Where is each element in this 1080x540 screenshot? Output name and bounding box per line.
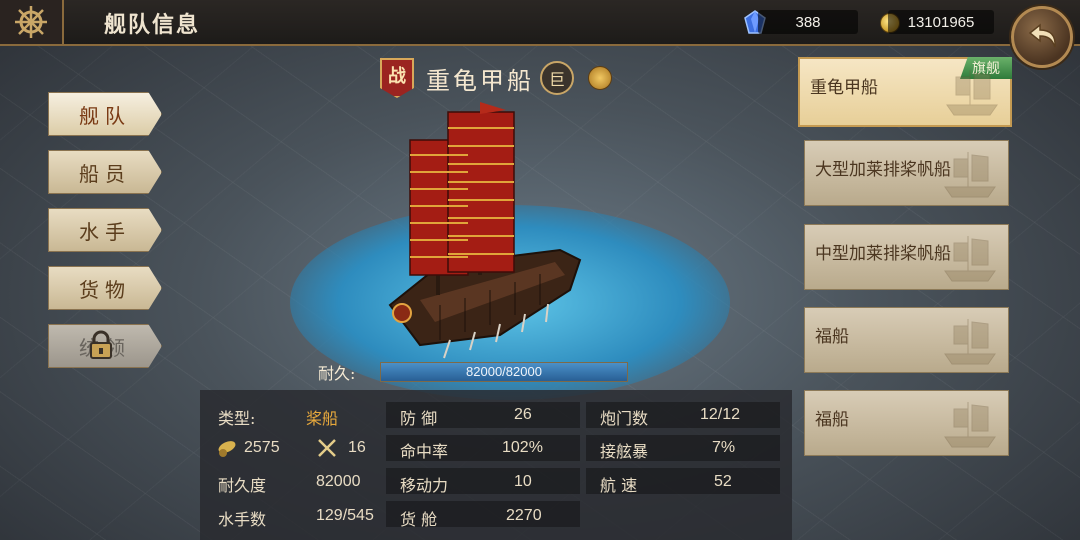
defense-label: 防 御	[400, 409, 438, 428]
ship-silhouette-icon	[944, 319, 996, 365]
back-arrow-icon	[1028, 23, 1056, 48]
ship-name: 重龟甲船	[426, 66, 534, 95]
switch-icon[interactable]	[588, 66, 612, 90]
cannon-value: 2575	[244, 439, 280, 456]
durability-label: 耐久:	[318, 364, 356, 383]
fleet-ship-card[interactable]: 福船	[804, 307, 1009, 373]
ship-silhouette-icon	[944, 152, 996, 198]
melee-value: 16	[348, 439, 366, 456]
ship-silhouette-icon	[944, 402, 996, 448]
mobility-label: 移动力	[400, 476, 449, 495]
gunports-label: 炮门数	[600, 409, 649, 428]
page-title: 舰队信息	[104, 12, 201, 38]
lock-icon	[90, 330, 112, 359]
sailors-label: 水手数	[218, 510, 267, 529]
fleet-ship-card[interactable]: 中型加莱排桨帆船	[804, 224, 1009, 290]
fleet-ship-card[interactable]: 福船	[804, 390, 1009, 456]
menu-cargo[interactable]: 货物	[48, 266, 162, 310]
menu-sailors[interactable]: 水手	[48, 208, 162, 252]
accuracy-label: 命中率	[400, 442, 449, 461]
ship-wheel-icon[interactable]	[0, 0, 64, 44]
durability-stat-value: 82000	[316, 473, 361, 490]
speed-label: 航 速	[600, 476, 638, 495]
war-badge: 战	[380, 58, 414, 98]
menu-crew[interactable]: 船员	[48, 150, 162, 194]
ship-silhouette-icon	[944, 236, 996, 282]
fleet-ship-name: 中型加莱排桨帆船	[815, 244, 951, 264]
fleet-ship-name: 大型加莱排桨帆船	[815, 160, 951, 180]
top-bar: 舰队信息 388 13101965	[0, 0, 1080, 46]
accuracy-value: 102%	[502, 439, 543, 456]
back-button[interactable]	[1011, 6, 1073, 68]
boarding-label: 接舷暴	[600, 442, 649, 461]
crossed-swords-icon	[316, 438, 338, 462]
mobility-value: 10	[514, 473, 532, 490]
fleet-ship-name: 重龟甲船	[810, 78, 878, 98]
fleet-ship-name: 福船	[815, 327, 849, 347]
gunports-value: 12/12	[700, 406, 741, 423]
stats-panel: 类型: 桨船 2575 16 耐久度 82000 水手数 129/545 防 御…	[200, 390, 792, 540]
durability-stat-label: 耐久度	[218, 476, 267, 495]
ship-header: 战 重龟甲船 巨	[380, 58, 612, 98]
cargo-label: 货 舱	[400, 510, 438, 529]
defense-value: 26	[514, 406, 532, 423]
durability-text: 82000/82000	[466, 364, 542, 379]
ship-silhouette-icon	[946, 70, 998, 116]
fleet-ship-card[interactable]: 大型加莱排桨帆船	[804, 140, 1009, 206]
type-value: 桨船	[306, 409, 339, 428]
cargo-value: 2270	[506, 507, 542, 524]
cannon-icon	[216, 438, 238, 462]
type-label: 类型:	[218, 409, 256, 428]
boarding-value: 7%	[712, 439, 736, 456]
speed-value: 52	[714, 473, 732, 490]
fleet-ship-name: 福船	[815, 410, 849, 430]
fleet-ship-card[interactable]: 重龟甲船 旗舰	[798, 57, 1012, 127]
ship-model	[388, 102, 582, 359]
gem-count: 388	[758, 10, 858, 34]
gold-count: 13101965	[888, 10, 994, 34]
durability-bar: 82000/82000	[380, 362, 628, 382]
sailors-value: 129/545	[316, 507, 374, 524]
size-badge: 巨	[540, 61, 574, 95]
menu-fleet[interactable]: 舰队	[48, 92, 162, 136]
